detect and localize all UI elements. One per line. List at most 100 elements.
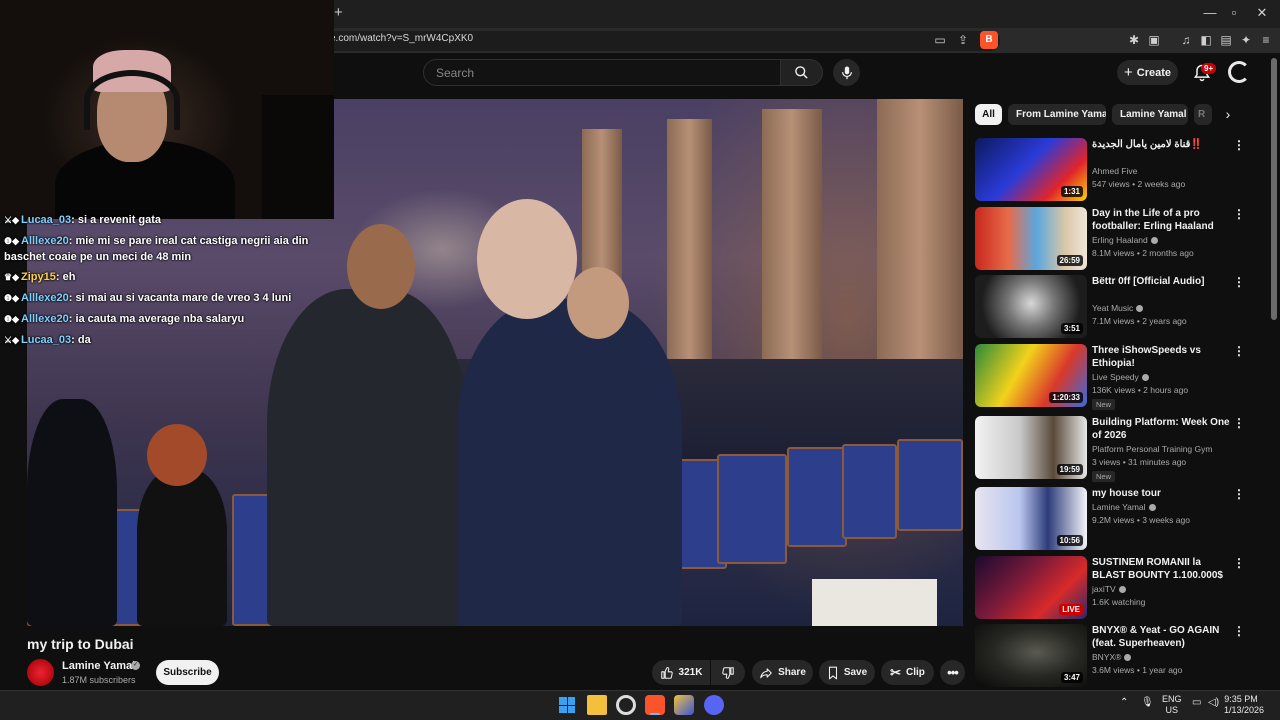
video-thumbnail[interactable]: 3:47 [975, 624, 1087, 687]
more-vertical-icon[interactable]: ⋮ [1233, 624, 1245, 638]
video-thumbnail[interactable]: 3:51 [975, 275, 1087, 338]
verified-check-icon [1141, 374, 1149, 382]
video-thumbnail[interactable]: 1:31 [975, 138, 1087, 201]
page-scrollbar[interactable] [1271, 58, 1277, 320]
account-avatar[interactable] [1228, 61, 1250, 83]
recommendation-card[interactable]: 3:47 BNYX® & Yeat - GO AGAIN (feat. Super… [975, 624, 1255, 688]
media-icon[interactable]: ♫ [1178, 33, 1194, 47]
more-vertical-icon[interactable]: ⋮ [1233, 344, 1245, 358]
recommendation-channel[interactable]: Live Speedy [1092, 372, 1149, 382]
recommendation-title[interactable]: Day in the Life of a pro footballer: Erl… [1092, 207, 1232, 233]
more-vertical-icon[interactable]: ⋮ [1233, 275, 1245, 289]
recommendation-card[interactable]: 10:56 my house tour Lamine Yamal 9.2M views… [975, 487, 1255, 551]
region-label: US [1165, 705, 1179, 715]
recommendation-channel[interactable]: jaxiTV [1092, 584, 1126, 594]
chip-all[interactable]: All [975, 104, 1002, 125]
recommendation-title[interactable]: قناة لامين يامال الجديدة‼️ [1092, 138, 1232, 151]
chip-from-lamine-yamal[interactable]: From Lamine Yamal [1008, 104, 1106, 125]
more-vertical-icon[interactable]: ⋮ [1233, 138, 1245, 152]
clip-button[interactable]: ✂ Clip [881, 660, 934, 685]
obs-icon[interactable] [616, 695, 636, 715]
chat-text: da [77, 334, 91, 346]
recommendation-card[interactable]: 3:51 Bëttr 0ff [Official Audio] Yeat Music… [975, 275, 1255, 339]
recommendation-meta: 3.6M views • 1 year ago [1092, 665, 1183, 675]
dislike-button[interactable] [711, 660, 745, 685]
recommendation-card[interactable]: 1:31 قناة لامين يامال الجديدة‼️ Ahmed Five… [975, 138, 1255, 202]
new-tab-button[interactable]: + [334, 4, 343, 21]
recommendation-card[interactable]: 1:20:33 Three iShowSpeeds vs Ethiopia! Liv… [975, 344, 1255, 410]
save-button[interactable]: Save [819, 660, 875, 685]
more-actions-button[interactable]: ••• [940, 660, 965, 685]
sidebar-toggle-icon[interactable]: ◧ [1198, 33, 1214, 47]
channel-name[interactable]: Lamine Yamal [62, 660, 135, 672]
create-button[interactable]: + Create [1117, 60, 1178, 85]
leo-ai-icon[interactable]: ✦ [1238, 33, 1254, 47]
microphone-tray-icon[interactable]: 🎙 [1141, 697, 1154, 708]
subscribe-button[interactable]: Subscribe [156, 660, 219, 685]
verified-check-icon [1148, 504, 1156, 512]
wallet-icon[interactable]: ▤ [1218, 33, 1234, 47]
discord-icon[interactable] [704, 695, 724, 715]
search-input[interactable] [423, 59, 781, 86]
recommendation-channel[interactable]: Ahmed Five [1092, 166, 1137, 176]
recommendation-channel[interactable]: Erling Haaland [1092, 235, 1158, 245]
recommendation-channel[interactable]: Yeat Music [1092, 303, 1144, 313]
video-thumbnail[interactable]: 10:56 [975, 487, 1087, 550]
recommendation-channel[interactable]: Platform Personal Training Gym [1092, 444, 1212, 454]
brave-shield-icon[interactable]: B [980, 31, 998, 49]
clip-label: Clip [906, 667, 925, 678]
language-indicator[interactable]: ENG US [1162, 694, 1182, 716]
network-icon[interactable]: ▭ [1192, 697, 1201, 708]
recommendation-title[interactable]: SUSTINEM ROMANII la BLAST BOUNTY 1.100.0… [1092, 556, 1232, 582]
recommendation-title[interactable]: BNYX® & Yeat - GO AGAIN (feat. Superheav… [1092, 624, 1232, 650]
search-bar [423, 59, 823, 86]
share-page-icon[interactable]: ⇪ [955, 33, 971, 47]
voice-search-button[interactable] [833, 59, 860, 86]
more-vertical-icon[interactable]: ⋮ [1233, 207, 1245, 221]
url-text[interactable]: e.com/watch?v=S_mrW4CpXK0 [330, 33, 473, 44]
channel-name-label: Platform Personal Training Gym [1092, 444, 1213, 454]
tab-search-icon[interactable]: ▣ [1146, 33, 1162, 47]
recommendation-card[interactable]: 19:59 Building Platform: Week One of 2026… [975, 416, 1255, 482]
recommendation-title[interactable]: Bëttr 0ff [Official Audio] [1092, 275, 1232, 288]
close-window-button[interactable]: ✕ [1248, 5, 1276, 21]
like-button[interactable]: 321K [652, 660, 710, 685]
chat-message: ❶◆ Alllexe20: si mai au si vacanta mare d… [4, 288, 334, 309]
cast-icon[interactable]: ▭ [932, 33, 948, 47]
recommendation-title[interactable]: my house tour [1092, 487, 1232, 500]
more-vertical-icon[interactable]: ⋮ [1233, 556, 1245, 570]
video-thumbnail[interactable]: LIVE [975, 556, 1087, 619]
chevron-right-icon[interactable]: › [1218, 104, 1238, 125]
chat-username: Alllexe20 [21, 235, 69, 247]
search-button[interactable] [780, 59, 823, 86]
recommendation-card[interactable]: LIVE SUSTINEM ROMANII la BLAST BOUNTY 1.1… [975, 556, 1255, 620]
extensions-icon[interactable]: ✱ [1126, 33, 1142, 47]
channel-avatar[interactable] [27, 659, 54, 686]
app-icon[interactable] [674, 695, 694, 715]
recommendation-title[interactable]: Three iShowSpeeds vs Ethiopia! [1092, 344, 1232, 370]
volume-icon[interactable]: ◁) [1208, 697, 1219, 708]
chip-partial[interactable]: R [1194, 104, 1212, 125]
recommendation-card[interactable]: 26:59 Day in the Life of a pro footballer… [975, 207, 1255, 271]
recommendation-channel[interactable]: BNYX® [1092, 652, 1132, 662]
recommendation-title[interactable]: Building Platform: Week One of 2026 [1092, 416, 1232, 442]
maximize-button[interactable]: ▫ [1220, 5, 1248, 20]
file-explorer-icon[interactable] [587, 695, 607, 715]
create-label: Create [1136, 66, 1171, 79]
more-vertical-icon[interactable]: ⋮ [1233, 487, 1245, 501]
video-thumbnail[interactable]: 19:59 [975, 416, 1087, 479]
chat-username: Alllexe20 [21, 292, 69, 304]
windows-start-icon[interactable] [557, 695, 577, 715]
video-thumbnail[interactable]: 26:59 [975, 207, 1087, 270]
menu-icon[interactable]: ≡ [1258, 33, 1274, 47]
tray-overflow-icon[interactable]: ⌃ [1120, 697, 1128, 708]
brave-browser-icon[interactable] [645, 695, 665, 715]
chat-message: ❶◆ Alllexe20: mie mi se pare ireal cat ca… [4, 235, 309, 263]
video-thumbnail[interactable]: 1:20:33 [975, 344, 1087, 407]
chip-lamine-yamal[interactable]: Lamine Yamal [1112, 104, 1188, 125]
more-vertical-icon[interactable]: ⋮ [1233, 416, 1245, 430]
recommendation-channel[interactable]: Lamine Yamal [1092, 502, 1156, 512]
clock[interactable]: 9:35 PM 1/13/2026 [1224, 694, 1264, 716]
share-button[interactable]: Share [752, 660, 813, 685]
duration-badge: 26:59 [1056, 255, 1083, 266]
